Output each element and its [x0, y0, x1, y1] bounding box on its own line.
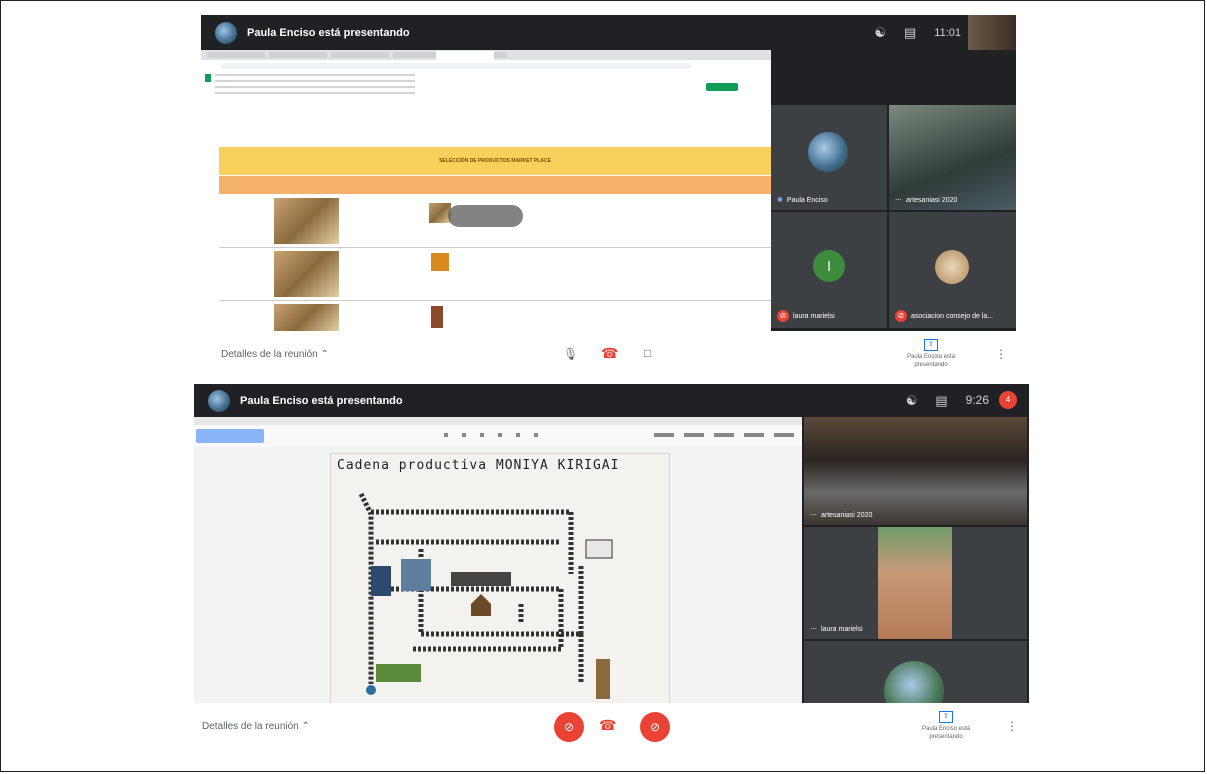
- clock: 9:26: [965, 393, 989, 407]
- color-swatch: [431, 253, 449, 271]
- notification-badge[interactable]: 4: [999, 391, 1017, 409]
- chat-icon[interactable]: ▤: [904, 26, 916, 39]
- product-image: [274, 304, 339, 331]
- self-view: [968, 15, 1016, 50]
- camera-icon[interactable]: □: [644, 346, 651, 360]
- sheet-toolbar: [215, 74, 415, 94]
- presenting-status[interactable]: ⇧ Paula Enciso está presentando: [916, 711, 976, 741]
- participant-name: artesaniasi 2020: [906, 196, 958, 204]
- end-call-icon[interactable]: ☎: [601, 345, 618, 362]
- top-meet-screenshot: Paula Enciso está presentando ☯ ▤ 11:01 …: [201, 15, 1016, 380]
- share-button[interactable]: [706, 83, 738, 91]
- sheet-row: [219, 248, 771, 301]
- meeting-details-link[interactable]: Detalles de la reunión ⌃: [221, 349, 329, 360]
- address-bar[interactable]: [221, 63, 691, 69]
- participant-name: Paula Enciso: [786, 196, 828, 204]
- microphone-icon[interactable]: 🎙: [563, 347, 578, 361]
- present-screen-icon: ⇧: [924, 339, 938, 351]
- meeting-controls-bar: Detalles de la reunión ⌃ 🎙 ☎ □ ⇧ Paula E…: [201, 331, 1016, 380]
- more-options-icon[interactable]: ⋮: [995, 347, 1007, 361]
- participant-name: laura marielsi: [793, 312, 835, 320]
- people-icon[interactable]: ☯: [906, 394, 918, 407]
- participant-tile[interactable]: l ⊘ laura marielsi: [771, 212, 887, 328]
- viewer-toolbar: [194, 425, 802, 447]
- people-icon[interactable]: ☯: [874, 26, 886, 39]
- presenter-avatar: [215, 21, 237, 44]
- product-image: [274, 251, 339, 297]
- sheet-title: SELECCIÓN DE PRODUCTOS MARKET PLACE: [439, 158, 551, 164]
- presenting-status[interactable]: ⇧ Paula Enciso está presentando: [901, 339, 961, 369]
- sheet-row: [219, 301, 771, 331]
- participant-tile[interactable]: ⊘ asociacion consejo de la...: [889, 212, 1016, 328]
- participant-grid: ⋯ artesaniasi 2020 ⋯ laura marielsi: [802, 417, 1029, 703]
- mic-off-icon: ⊘: [895, 310, 907, 322]
- presenter-banner: Paula Enciso está presentando: [247, 26, 410, 39]
- floating-controls[interactable]: [448, 205, 523, 227]
- browser-tabs: [201, 50, 771, 60]
- chat-icon[interactable]: ▤: [935, 394, 947, 407]
- participant-tile[interactable]: [804, 641, 1027, 703]
- meeting-details-link[interactable]: Detalles de la reunión ⌃: [202, 721, 310, 732]
- end-call-icon[interactable]: ☎: [599, 717, 616, 734]
- participant-video: [878, 527, 952, 639]
- mic-off-button[interactable]: ⊘: [554, 712, 584, 742]
- meeting-controls-bar: Detalles de la reunión ⌃ ⊘ ☎ ⊘ ⇧ Paula E…: [194, 703, 1029, 752]
- presenter-avatar: [208, 389, 230, 412]
- shared-screen: Cadena productiva MONIYA KIRIGAI: [194, 417, 802, 705]
- product-image: [274, 198, 339, 244]
- participant-tile[interactable]: ⋯ laura marielsi: [804, 527, 1027, 639]
- shared-screen: SELECCIÓN DE PRODUCTOS MARKET PLACE: [201, 50, 771, 331]
- sheet-title-row: SELECCIÓN DE PRODUCTOS MARKET PLACE: [219, 147, 771, 175]
- participant-tile[interactable]: ⋯ artesaniasi 2020: [889, 105, 1016, 210]
- poster-image: Cadena productiva MONIYA KIRIGAI: [330, 453, 670, 705]
- bottom-meet-screenshot: Paula Enciso está presentando ☯ ▤ 9:26 4…: [194, 384, 1029, 752]
- presenter-bar: Paula Enciso está presentando ☯ ▤ 9:26 4: [194, 384, 1029, 417]
- mic-off-icon: ⊘: [777, 310, 789, 322]
- presenter-banner: Paula Enciso está presentando: [240, 394, 403, 407]
- participant-avatar: [935, 250, 969, 284]
- participant-name: asociacion consejo de la...: [911, 312, 994, 320]
- participant-grid: ✺ Paula Enciso ⋯ artesaniasi 2020 l ⊘ laura…: [771, 50, 1016, 331]
- participant-tile[interactable]: ✺ Paula Enciso: [771, 105, 887, 210]
- participant-avatar: l: [813, 250, 845, 282]
- participant-name: artesaniasi 2020: [821, 511, 873, 519]
- open-with-button[interactable]: [196, 429, 264, 443]
- present-screen-icon: ⇧: [939, 711, 953, 723]
- presenter-bar: Paula Enciso está presentando ☯ ▤ 11:01: [201, 15, 1016, 50]
- participant-avatar: [884, 661, 944, 703]
- clock: 11:01: [934, 26, 961, 39]
- participant-avatar: [808, 132, 848, 172]
- participant-tile[interactable]: ⋯ artesaniasi 2020: [804, 417, 1027, 525]
- more-options-icon[interactable]: ⋮: [1006, 719, 1018, 733]
- chain-drawing: [358, 492, 613, 699]
- sheets-icon: [205, 74, 211, 82]
- camera-off-button[interactable]: ⊘: [640, 712, 670, 742]
- sheet-header-row: [219, 176, 771, 194]
- participant-name: laura marielsi: [821, 625, 863, 633]
